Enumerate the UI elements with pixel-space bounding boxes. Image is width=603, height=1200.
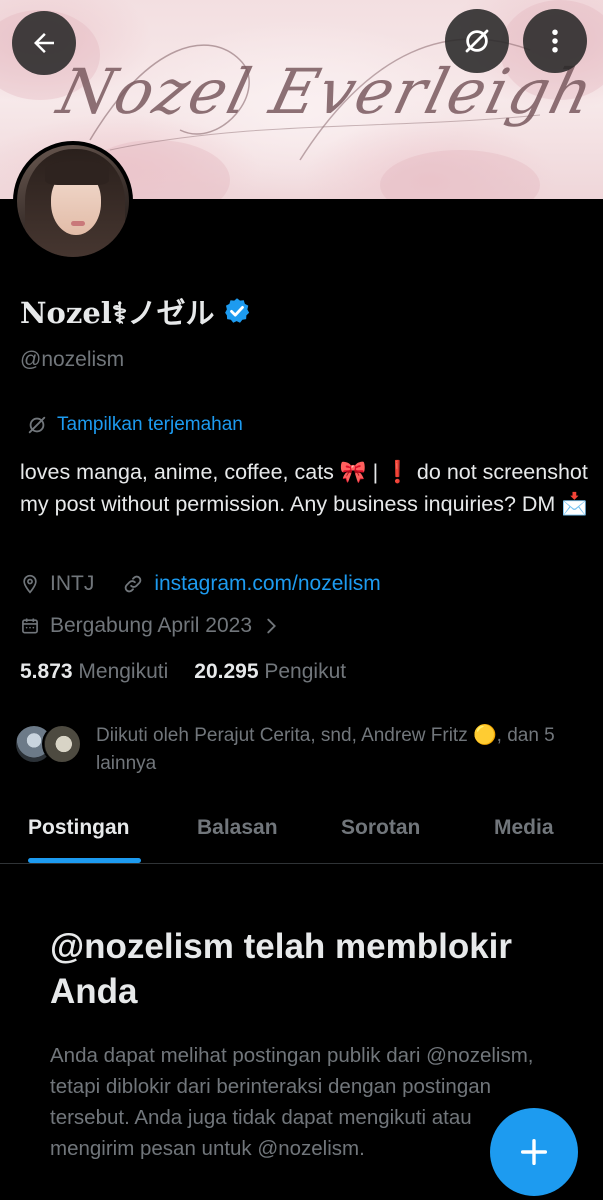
followed-by-text[interactable]: Diikuti oleh Perajut Cerita, snd, Andrew… [96,722,586,778]
show-translation-link[interactable]: Tampilkan terjemahan [26,414,243,436]
followers-label: Pengikut [264,660,347,683]
follow-stats: 5.873 Mengikuti 20.295 Pengikut [20,660,346,684]
calendar-icon [20,615,40,637]
followers-count: 20.295 [194,660,259,683]
more-options-button[interactable] [523,9,587,73]
tab-replies[interactable]: Balasan [197,816,278,840]
translate-toggle-button[interactable] [445,9,509,73]
arrow-left-icon [34,33,54,53]
plus-icon [520,1138,548,1166]
following-count: 5.873 [20,660,73,683]
profile-meta-row: INTJ instagram.com/nozelism [20,572,381,596]
followed-by-avatars[interactable] [14,724,82,764]
website-link[interactable]: instagram.com/nozelism [154,572,380,596]
profile-bio: loves manga, anime, coffee, cats 🎀 | ❗ d… [20,460,589,516]
profile-tabs: Postingan Balasan Sorotan Media [0,800,603,864]
tab-media[interactable]: Media [494,816,554,840]
no-translate-icon [465,29,489,53]
profile-handle: @nozelism [20,348,125,371]
following-label: Mengikuti [78,660,169,683]
joined-text: Bergabung April 2023 [50,614,252,637]
follower-avatar [42,724,82,764]
blocked-description: Anda dapat melihat postingan publik dari… [50,1044,534,1160]
show-translation-label: Tampilkan terjemahan [57,414,243,435]
joined-row[interactable]: Bergabung April 2023 [20,614,282,638]
location-text: INTJ [50,572,95,595]
chevron-right-icon [267,618,276,634]
banner-signature: Nozel Everleigh [50,55,603,128]
location-pin-icon [20,573,40,595]
followers-link[interactable]: 20.295 Pengikut [194,660,346,684]
avatar[interactable] [13,141,133,261]
following-link[interactable]: 5.873 Mengikuti [20,660,168,684]
compose-button[interactable] [490,1108,578,1196]
profile-name-row: Nozel⚕ノゼル [20,290,252,332]
blocked-title: @nozelism telah memblokir Anda [50,927,513,1011]
link-icon [122,573,144,595]
verified-badge-icon[interactable] [222,296,252,326]
tab-posts[interactable]: Postingan [28,816,130,840]
display-name: Nozel⚕ノゼル [20,296,215,330]
no-translate-icon [28,416,46,434]
more-vertical-icon [552,29,558,53]
back-button[interactable] [12,11,76,75]
tab-highlights[interactable]: Sorotan [341,816,420,840]
active-tab-indicator [28,858,141,863]
